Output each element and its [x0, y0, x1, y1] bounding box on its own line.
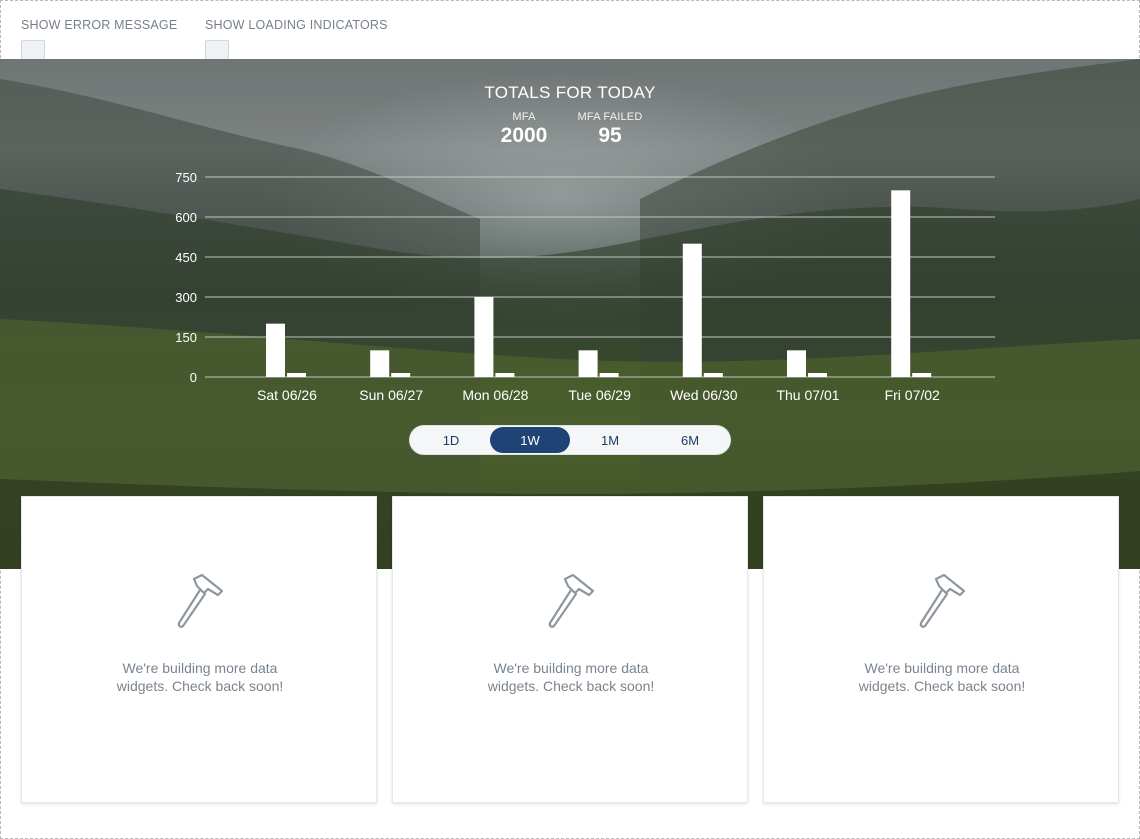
bar: [495, 373, 515, 377]
range-option-1d[interactable]: 1D: [411, 427, 491, 453]
y-tick-label: 600: [175, 210, 197, 225]
placeholder-card: We're building more data widgets. Check b…: [763, 496, 1119, 803]
y-tick-label: 750: [175, 170, 197, 185]
toggle-label: SHOW LOADING INDICATORS: [205, 18, 388, 32]
y-tick-label: 450: [175, 250, 197, 265]
hammer-icon: [548, 573, 595, 628]
y-tick-label: 0: [190, 370, 197, 385]
y-tick-label: 300: [175, 290, 197, 305]
x-tick-label: Fri 07/02: [885, 387, 940, 403]
bar: [391, 373, 411, 377]
bar: [703, 373, 723, 377]
bar: [474, 297, 494, 377]
x-tick-label: Sat 06/26: [257, 387, 317, 403]
bar-chart: 0 150 300 450 600 750 Sat 06/26 Sun 06/27 Mon 06…: [175, 170, 995, 403]
hero-banner: TOTALS FOR TODAY MFA 2000 MFA FAILED 95 …: [0, 59, 1140, 569]
bar: [682, 243, 702, 377]
x-tick-label: Sun 06/27: [359, 387, 423, 403]
card-message: We're building more data widgets. Check b…: [116, 660, 284, 694]
bar: [287, 373, 306, 377]
x-tick-label: Mon 06/28: [462, 387, 528, 403]
hammer-icon: [177, 573, 224, 628]
card-message: We're building more data widgets. Check b…: [487, 660, 655, 694]
placeholder-card: We're building more data widgets. Check b…: [21, 496, 377, 803]
bar: [808, 373, 827, 377]
placeholder-card: We're building more data widgets. Check b…: [392, 496, 748, 803]
bar: [787, 350, 806, 377]
bar: [599, 373, 619, 377]
toggle-label: SHOW ERROR MESSAGE: [21, 18, 178, 32]
bar: [578, 350, 598, 377]
x-tick-label: Wed 06/30: [670, 387, 738, 403]
range-option-1m[interactable]: 1M: [570, 427, 650, 453]
toggle-show-error[interactable]: SHOW ERROR MESSAGE: [21, 18, 178, 60]
bar: [912, 373, 932, 377]
hammer-icon: [919, 573, 966, 628]
range-option-6m[interactable]: 6M: [650, 427, 730, 453]
bar: [891, 190, 911, 377]
x-tick-label: Thu 07/01: [776, 387, 839, 403]
show-loading-checkbox[interactable]: [205, 40, 229, 60]
bar: [370, 350, 390, 377]
range-option-1w[interactable]: 1W: [490, 427, 570, 453]
bar: [266, 323, 285, 377]
y-tick-label: 150: [175, 330, 197, 345]
x-tick-label: Tue 06/29: [568, 387, 631, 403]
card-message: We're building more data widgets. Check b…: [858, 660, 1026, 694]
time-range-selector: 1D 1W 1M 6M: [409, 425, 731, 455]
show-error-checkbox[interactable]: [21, 40, 45, 60]
toggle-show-loading[interactable]: SHOW LOADING INDICATORS: [205, 18, 388, 60]
